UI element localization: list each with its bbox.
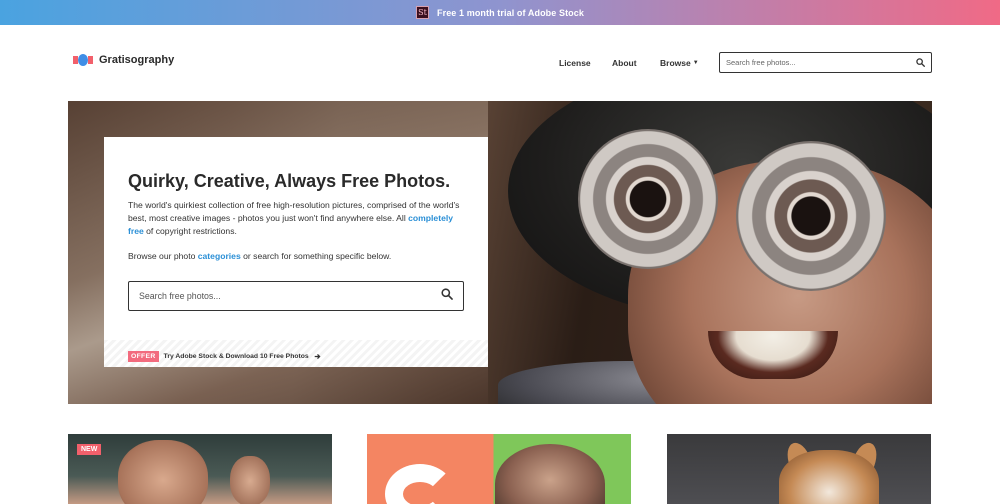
search-icon[interactable] xyxy=(441,287,453,305)
header-search-input[interactable] xyxy=(726,58,906,67)
adobe-stock-icon: St xyxy=(416,6,429,19)
promo-banner[interactable]: St Free 1 month trial of Adobe Stock xyxy=(0,0,1000,25)
arrow-right-icon xyxy=(314,347,321,365)
nav-browse-label: Browse xyxy=(660,58,691,68)
caret-down-icon: ▼ xyxy=(692,60,699,66)
hero-search-input[interactable] xyxy=(139,291,419,301)
search-icon[interactable] xyxy=(916,54,925,72)
site-logo[interactable]: Gratisography xyxy=(73,54,174,66)
nav-browse[interactable]: Browse ▼ xyxy=(660,56,699,70)
photo-thumbnail[interactable] xyxy=(667,434,931,504)
offer-link[interactable]: OFFER Try Adobe Stock & Download 10 Free… xyxy=(128,347,321,365)
hero-title: Quirky, Creative, Always Free Photos. xyxy=(128,171,451,191)
offer-text: Try Adobe Stock & Download 10 Free Photo… xyxy=(163,352,309,360)
hero-search xyxy=(128,281,464,311)
logo-text: Gratisography xyxy=(99,54,175,66)
offer-badge: OFFER xyxy=(128,350,159,362)
photo-thumbnail[interactable]: NEW xyxy=(68,434,332,504)
categories-link[interactable]: categories xyxy=(198,251,241,261)
new-badge: NEW xyxy=(77,444,102,455)
header-search xyxy=(719,52,932,73)
nav-about[interactable]: About xyxy=(612,56,637,70)
photo-thumbnail[interactable] xyxy=(367,434,631,504)
hero-card: Quirky, Creative, Always Free Photos. Th… xyxy=(104,137,488,367)
hero-browse-text: Browse our photo categories or search fo… xyxy=(128,251,392,261)
hero-description: The world's quirkiest collection of free… xyxy=(128,200,460,236)
site-header: Gratisography License About Browse ▼ xyxy=(0,25,1000,100)
logo-icon xyxy=(73,54,93,66)
promo-text[interactable]: Free 1 month trial of Adobe Stock xyxy=(437,8,584,18)
nav-license[interactable]: License xyxy=(559,56,591,70)
